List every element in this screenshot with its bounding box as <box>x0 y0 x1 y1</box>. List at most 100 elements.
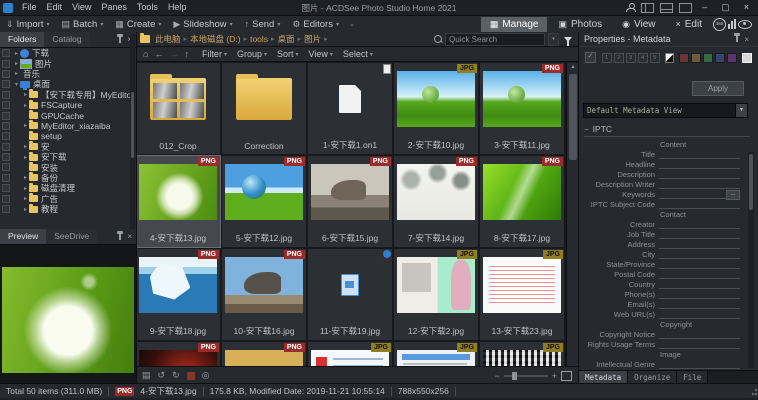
field-input[interactable] <box>659 260 740 269</box>
thumbnail-item[interactable]: PNG9-安下载18.jpg <box>136 249 220 340</box>
menu-help[interactable]: Help <box>163 0 192 15</box>
easy-select-indicator[interactable] <box>2 195 10 203</box>
breadcrumb-item[interactable]: 图片 <box>302 33 323 45</box>
apply-button[interactable]: Apply <box>692 81 744 96</box>
field-input[interactable] <box>659 180 740 189</box>
layout-3-icon[interactable] <box>679 3 692 13</box>
thumbnail-item[interactable]: PNG10-安下载16.jpg <box>222 249 306 340</box>
thumbnail-item[interactable]: JPG <box>480 342 564 366</box>
breadcrumb-item[interactable]: 桌面 <box>276 33 297 45</box>
properties-close-icon[interactable]: × <box>744 32 749 47</box>
tab-seedrive[interactable]: SeeDrive <box>46 229 97 244</box>
folder-row[interactable]: ▸音乐 <box>0 69 136 79</box>
easy-select-indicator[interactable] <box>2 91 10 99</box>
quick-search-input[interactable] <box>445 33 545 46</box>
breadcrumb-item[interactable]: 此电脑 <box>153 33 183 45</box>
resize-grip[interactable] <box>749 389 757 397</box>
easy-select-indicator[interactable] <box>2 80 10 88</box>
thumbnail-item[interactable]: JPG13-安下载23.jpg <box>480 249 564 340</box>
expand-arrow-icon[interactable]: ▸ <box>22 206 29 213</box>
folder-row[interactable]: ▸安 <box>0 142 136 152</box>
expand-arrow-icon[interactable]: ▸ <box>22 91 29 98</box>
folder-row[interactable]: ▸安下载 <box>0 152 136 162</box>
chevron-down-icon[interactable]: ▼ <box>735 104 747 117</box>
preview-close-icon[interactable]: × <box>127 229 132 244</box>
expand-arrow-icon[interactable]: ▸ <box>22 154 29 161</box>
rotate-right-icon[interactable]: ↻ <box>172 370 180 381</box>
easy-select-indicator[interactable] <box>2 70 10 78</box>
clear-label-icon[interactable] <box>742 53 752 63</box>
color-label-2[interactable] <box>691 53 701 63</box>
easy-select-indicator[interactable] <box>2 49 10 57</box>
properties-pin-icon[interactable] <box>736 36 738 42</box>
field-input[interactable] <box>659 280 740 289</box>
pin-icon[interactable] <box>119 37 121 43</box>
batch-button[interactable]: ▤Batch▾ <box>56 16 110 32</box>
color-label-4[interactable] <box>715 53 725 63</box>
close-button[interactable]: × <box>740 0 753 15</box>
thumbnail-item[interactable]: PNG <box>136 342 220 366</box>
tree-scrollbar-thumb[interactable] <box>131 92 134 158</box>
rating-box-2[interactable]: 2 <box>614 53 624 63</box>
expand-arrow-icon[interactable]: ▸ <box>22 185 29 192</box>
preview-pin-icon[interactable] <box>119 234 121 240</box>
thumbnail-item[interactable]: JPG12-安下载2.jpg <box>394 249 478 340</box>
forward-icon[interactable]: → <box>167 49 180 59</box>
thumbnail-item[interactable]: PNG5-安下载12.jpg <box>222 156 306 247</box>
menu-view-dropdown[interactable]: View▾ <box>304 49 338 59</box>
mode-view-button[interactable]: ◉View <box>613 17 664 32</box>
field-input[interactable] <box>659 240 740 249</box>
tab-catalog[interactable]: Catalog <box>44 32 89 47</box>
rating-box-5[interactable]: 5 <box>650 53 660 63</box>
easy-select-indicator[interactable] <box>2 101 10 109</box>
field-input[interactable] <box>659 150 740 159</box>
menu-view[interactable]: View <box>67 0 96 15</box>
field-input[interactable] <box>659 160 740 169</box>
menu-file[interactable]: File <box>17 0 42 15</box>
field-input[interactable] <box>659 340 740 349</box>
color-label-3[interactable] <box>703 53 713 63</box>
easy-select-indicator[interactable] <box>2 184 10 192</box>
acdsee-365-icon[interactable]: 365 <box>713 18 726 31</box>
mode-manage-button[interactable]: ▦Manage <box>481 17 548 32</box>
properties-scrollbar[interactable] <box>748 152 754 368</box>
field-input[interactable] <box>659 230 740 239</box>
menu-tools[interactable]: Tools <box>132 0 163 15</box>
create-button[interactable]: ▦Create▾ <box>109 16 167 32</box>
editors-button[interactable]: ⚙Editors▾ <box>286 16 345 32</box>
delete-icon[interactable] <box>187 372 195 380</box>
thumbnail-item[interactable]: PNG4-安下载13.jpg <box>136 156 220 247</box>
tab-preview[interactable]: Preview <box>0 229 46 244</box>
thumbnail-item[interactable]: 012_Crop <box>136 63 220 154</box>
easy-select-indicator[interactable] <box>2 163 10 171</box>
expand-arrow-icon[interactable]: ▸ <box>22 143 29 150</box>
easy-select-indicator[interactable] <box>2 174 10 182</box>
properties-scrollbar-thumb[interactable] <box>749 154 753 210</box>
color-label-5[interactable] <box>727 53 737 63</box>
easy-select-indicator[interactable] <box>2 153 10 161</box>
folder-row[interactable]: ▸FSCapture <box>0 100 136 110</box>
field-input[interactable] <box>659 270 740 279</box>
easy-select-indicator[interactable] <box>2 205 10 213</box>
zoom-slider[interactable] <box>504 375 548 377</box>
field-input[interactable] <box>659 170 740 179</box>
zoom-out-icon[interactable]: − <box>494 371 499 381</box>
thumbnail-item[interactable]: Correction <box>222 63 306 154</box>
easy-select-indicator[interactable] <box>2 122 10 130</box>
folder-row[interactable]: GPUCache <box>0 110 136 120</box>
field-input[interactable] <box>659 220 740 229</box>
field-input[interactable] <box>659 360 740 369</box>
thumbnail-item[interactable]: JPG <box>394 342 478 366</box>
import-button[interactable]: ⇓Import▾ <box>0 16 56 32</box>
easy-select-indicator[interactable] <box>2 112 10 120</box>
folder-row[interactable]: setup <box>0 131 136 141</box>
search-dropdown-icon[interactable]: ▾ <box>548 33 559 46</box>
field-input[interactable] <box>659 200 740 209</box>
clear-rating-icon[interactable] <box>665 53 675 63</box>
iptc-section-header[interactable]: − IPTC <box>584 124 750 137</box>
field-input[interactable] <box>659 300 740 309</box>
menu-sort-dropdown[interactable]: Sort▾ <box>272 49 304 59</box>
folder-row[interactable]: ▸磁盘清理 <box>0 183 136 193</box>
expand-arrow-icon[interactable]: ▸ <box>13 50 20 57</box>
folder-row[interactable]: 安装 <box>0 162 136 172</box>
